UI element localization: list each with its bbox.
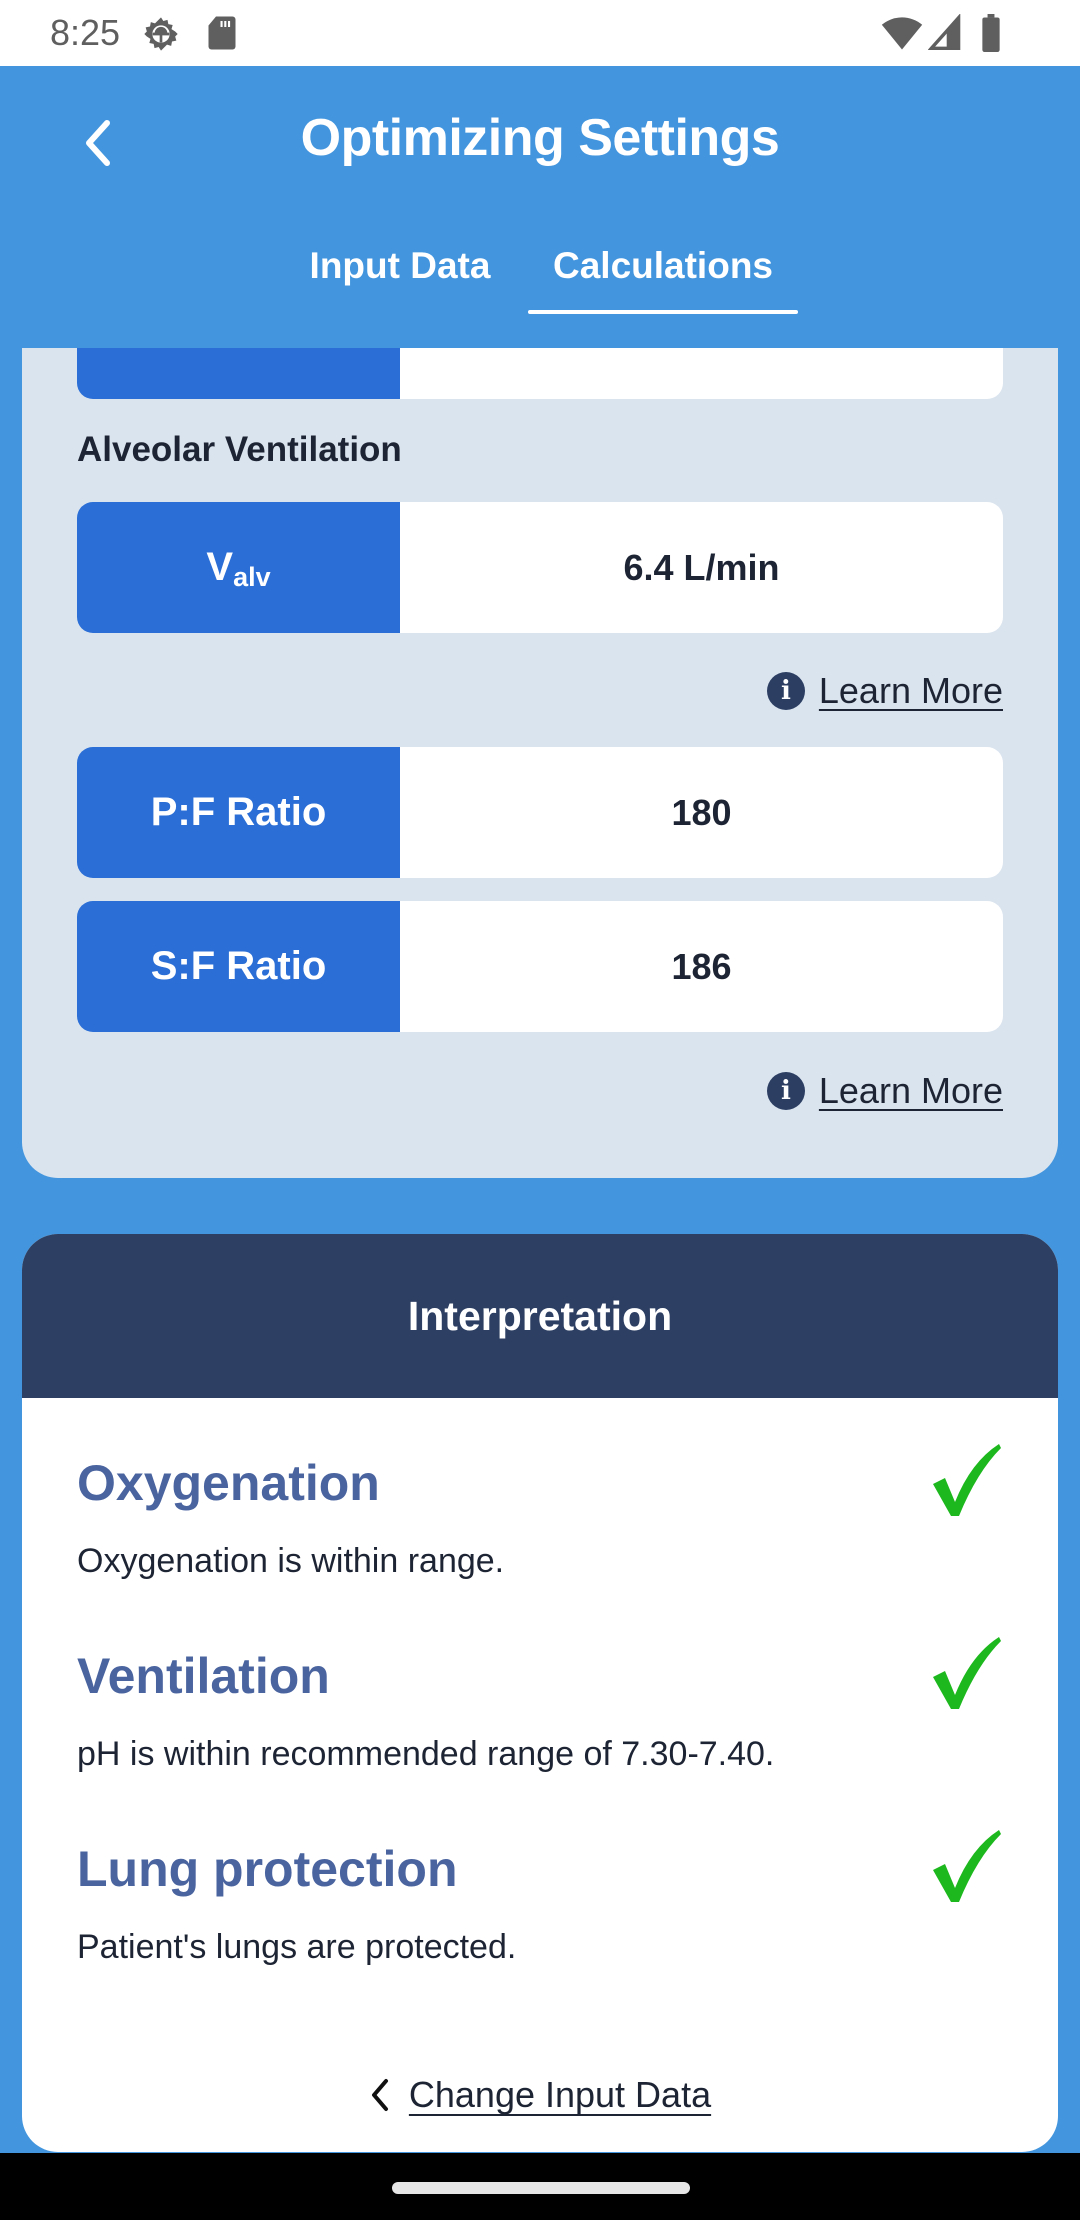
change-input-data-link[interactable]: Change Input Data [22, 2074, 1058, 2116]
result-value: 180 [400, 747, 1003, 878]
section-label-alveolar-ventilation: Alveolar Ventilation [77, 430, 402, 469]
result-label: P:F Ratio [77, 747, 400, 878]
tab-input-data[interactable]: Input Data [290, 236, 510, 316]
interpretation-item-oxygenation: Oxygenation Oxygenation is within range. [77, 1444, 1003, 1580]
learn-more-text[interactable]: Learn More [819, 670, 1003, 712]
learn-more-link-ratios[interactable]: i Learn More [766, 1070, 1003, 1112]
info-icon: i [766, 1072, 805, 1110]
gear-icon [144, 17, 178, 51]
interpretation-item-description: Patient's lungs are protected. [77, 1928, 517, 1966]
page-title: Optimizing Settings [300, 109, 780, 167]
result-row-alveolar-ventilation: Valv 6.4 L/min [77, 502, 1003, 633]
tab-selected-indicator [528, 310, 798, 314]
interpretation-item-ventilation: Ventilation pH is within recommended ran… [77, 1637, 1003, 1773]
check-icon [933, 1444, 1001, 1516]
result-value: 6.4 L/min [400, 502, 1003, 633]
app-header: Optimizing Settings Input Data Calculati… [0, 66, 1080, 348]
interpretation-item-title: Ventilation [77, 1648, 330, 1704]
result-label: S:F Ratio [77, 901, 400, 1032]
signal-icon [928, 14, 961, 50]
wifi-icon [881, 17, 923, 50]
check-icon [933, 1637, 1001, 1709]
learn-more-text[interactable]: Learn More [819, 1070, 1003, 1112]
learn-more-link-ventilation[interactable]: i Learn More [766, 670, 1003, 712]
interpretation-item-title: Lung protection [77, 1841, 458, 1897]
status-bar: 8:25 [0, 0, 1080, 66]
info-icon: i [766, 672, 805, 710]
status-time: 8:25 [50, 12, 121, 53]
result-row-pf-ratio: P:F Ratio 180 [77, 747, 1003, 878]
tab-calculations[interactable]: Calculations [528, 236, 798, 316]
home-gesture-handle[interactable] [392, 2182, 690, 2194]
result-value: 186 [400, 901, 1003, 1032]
interpretation-card: Interpretation Oxygenation Oxygenation i… [22, 1234, 1058, 2152]
battery-icon [982, 14, 1000, 52]
interpretation-item-description: Oxygenation is within range. [77, 1542, 505, 1580]
interpretation-item-description: pH is within recommended range of 7.30-7… [77, 1735, 775, 1773]
interpretation-title: Interpretation [407, 1292, 673, 1339]
change-input-data-text[interactable]: Change Input Data [409, 2074, 711, 2116]
result-label-subscript: alv [233, 562, 271, 592]
check-icon [933, 1830, 1001, 1902]
interpretation-item-title: Oxygenation [77, 1455, 380, 1511]
result-label-main: V [206, 545, 234, 589]
sd-card-icon [208, 16, 236, 50]
result-label: Valv [77, 502, 400, 633]
result-row-sf-ratio: S:F Ratio 186 [77, 901, 1003, 1032]
interpretation-header: Interpretation [22, 1234, 1058, 1398]
navigation-bar [0, 2153, 1080, 2220]
interpretation-item-lung-protection: Lung protection Patient's lungs are prot… [77, 1830, 1003, 1966]
tab-bar: Input Data Calculations [0, 236, 1080, 316]
chevron-left-icon [371, 2079, 388, 2111]
screen: 8:25 Optimizing Settings Input Data Calc… [0, 0, 1080, 2220]
